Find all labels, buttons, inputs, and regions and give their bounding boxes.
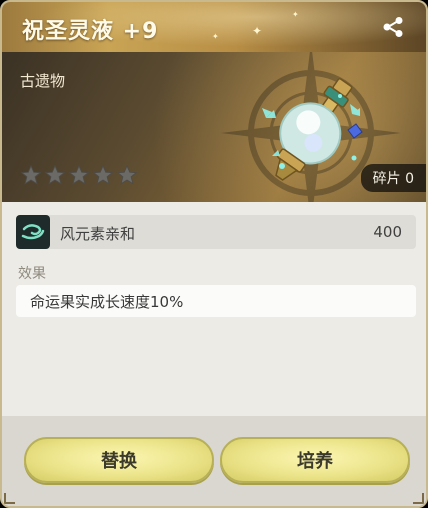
rarity-stars [20,164,138,186]
effect-text: 命运果实成长速度10% [30,293,184,311]
star-icon [44,164,66,185]
star-icon [20,164,42,185]
title-bar: ✦ ✦ ✦ 祝圣灵液 +9 [2,2,426,52]
item-title: 祝圣灵液 +9 [22,19,159,44]
wind-element-icon [16,215,50,249]
item-detail-card: ✦ ✦ ✦ 祝圣灵液 +9 古遗物 碎片 0 风元素亲和 400 效果 命运果实… [0,0,428,508]
holy-water-bottle-icon [262,78,363,181]
star-icon [116,164,138,185]
corner-ornament-icon [413,493,424,504]
corner-ornament-icon [4,493,15,504]
fragment-count: 碎片 0 [360,164,426,192]
replace-button[interactable]: 替换 [24,437,214,483]
item-details: 风元素亲和 400 效果 命运果实成长速度10% 替换 培养 [2,202,426,506]
action-bar: 替换 培养 [2,416,426,506]
effect-label: 效果 [18,266,46,282]
stat-value: 400 [373,223,402,241]
sparkle-icon: ✦ [292,10,299,19]
share-button[interactable] [382,16,404,38]
cultivate-button[interactable]: 培养 [220,437,410,483]
item-banner: 古遗物 碎片 0 [2,52,426,202]
stat-row: 风元素亲和 400 [16,215,416,249]
star-icon [92,164,114,185]
stat-name: 风元素亲和 [60,225,136,243]
effect-box: 命运果实成长速度10% [16,285,416,317]
sparkle-icon: ✦ [212,32,219,41]
star-icon [68,164,90,185]
share-icon [383,17,403,37]
sparkle-icon: ✦ [252,24,263,38]
item-category: 古遗物 [20,72,66,90]
